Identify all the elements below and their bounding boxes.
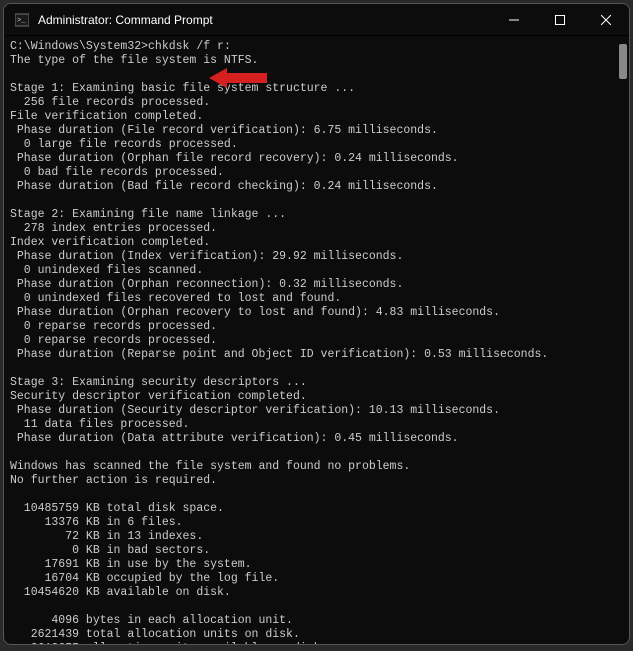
titlebar[interactable]: >_ Administrator: Command Prompt bbox=[4, 4, 629, 36]
output-line: Phase duration (Security descriptor veri… bbox=[10, 404, 500, 417]
output-line: 16704 KB occupied by the log file. bbox=[10, 572, 279, 585]
output-line: 0 large file records processed. bbox=[10, 138, 238, 151]
output-line: 11 data files processed. bbox=[10, 418, 189, 431]
scrollbar-thumb[interactable] bbox=[619, 44, 627, 79]
prompt-line-1: C:\Windows\System32>chkdsk /f r: bbox=[10, 40, 231, 53]
output-line: 256 file records processed. bbox=[10, 96, 210, 109]
output-line: Stage 3: Examining security descriptors … bbox=[10, 376, 307, 389]
output-line: Stage 1: Examining basic file system str… bbox=[10, 82, 355, 95]
output-line: 0 KB in bad sectors. bbox=[10, 544, 210, 557]
output-line: Phase duration (Index verification): 29.… bbox=[10, 250, 403, 263]
cmd-icon: >_ bbox=[14, 12, 30, 28]
close-button[interactable] bbox=[583, 4, 629, 36]
window-controls bbox=[491, 4, 629, 35]
output-line: 10454620 KB available on disk. bbox=[10, 586, 231, 599]
output-line: 0 reparse records processed. bbox=[10, 320, 217, 333]
output-line: 0 bad file records processed. bbox=[10, 166, 224, 179]
output-line: Phase duration (Orphan file record recov… bbox=[10, 152, 459, 165]
output-line: 278 index entries processed. bbox=[10, 222, 217, 235]
window-title: Administrator: Command Prompt bbox=[38, 13, 491, 27]
terminal-output[interactable]: C:\Windows\System32>chkdsk /f r: The typ… bbox=[4, 36, 629, 644]
output-line: Security descriptor verification complet… bbox=[10, 390, 307, 403]
output-line: 2621439 total allocation units on disk. bbox=[10, 628, 300, 641]
terminal-area: C:\Windows\System32>chkdsk /f r: The typ… bbox=[4, 36, 629, 644]
output-line: 10485759 KB total disk space. bbox=[10, 502, 224, 515]
output-line: No further action is required. bbox=[10, 474, 217, 487]
output-line: 0 reparse records processed. bbox=[10, 334, 217, 347]
output-line: Phase duration (Data attribute verificat… bbox=[10, 432, 459, 445]
output-line: Phase duration (Orphan recovery to lost … bbox=[10, 306, 500, 319]
output-line: 17691 KB in use by the system. bbox=[10, 558, 252, 571]
output-line: 13376 KB in 6 files. bbox=[10, 516, 183, 529]
output-line: 0 unindexed files scanned. bbox=[10, 264, 203, 277]
output-line: Phase duration (Reparse point and Object… bbox=[10, 348, 548, 361]
maximize-button[interactable] bbox=[537, 4, 583, 36]
output-line: Stage 2: Examining file name linkage ... bbox=[10, 208, 286, 221]
command-prompt-window: >_ Administrator: Command Prompt C:\Wind… bbox=[3, 3, 630, 645]
output-line: Phase duration (Orphan reconnection): 0.… bbox=[10, 278, 403, 291]
output-line: Windows has scanned the file system and … bbox=[10, 460, 410, 473]
svg-text:>_: >_ bbox=[17, 17, 26, 25]
output-line: File verification completed. bbox=[10, 110, 203, 123]
output-line: The type of the file system is NTFS. bbox=[10, 54, 258, 67]
output-line: 2613655 allocation units available on di… bbox=[10, 642, 327, 644]
output-line: 0 unindexed files recovered to lost and … bbox=[10, 292, 341, 305]
output-line: Index verification completed. bbox=[10, 236, 210, 249]
minimize-button[interactable] bbox=[491, 4, 537, 36]
output-line: 72 KB in 13 indexes. bbox=[10, 530, 203, 543]
output-line: Phase duration (File record verification… bbox=[10, 124, 438, 137]
output-line: Phase duration (Bad file record checking… bbox=[10, 180, 438, 193]
output-line: 4096 bytes in each allocation unit. bbox=[10, 614, 293, 627]
